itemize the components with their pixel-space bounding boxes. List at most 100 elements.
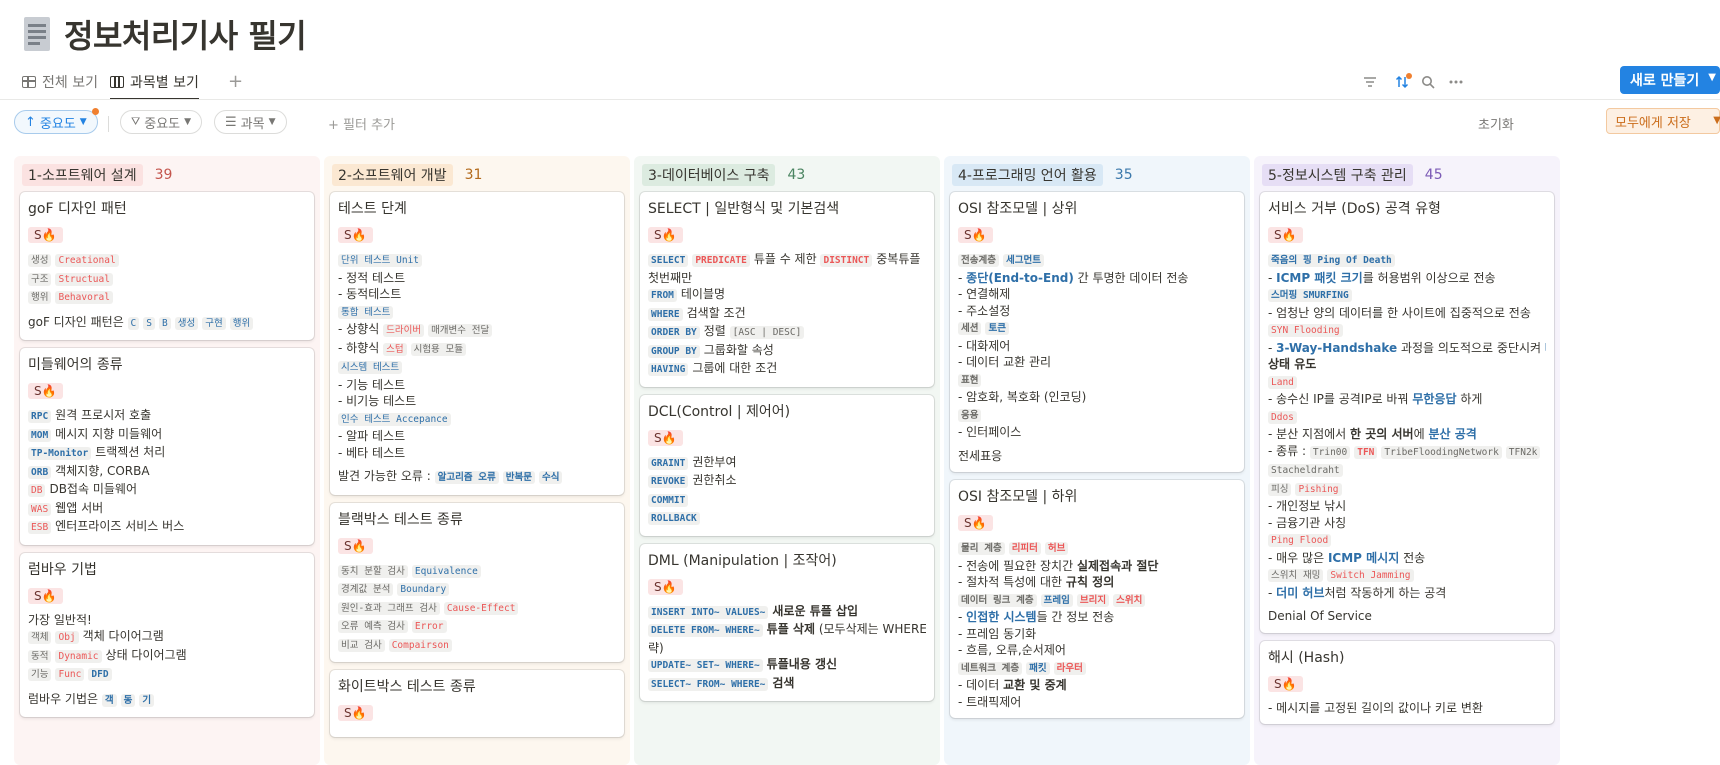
sort-icon[interactable] (1390, 70, 1414, 94)
card-title: 미들웨어의 종류 (28, 357, 123, 373)
page-icon[interactable] (20, 15, 52, 53)
board-card[interactable]: OSI 참조모델 | 하위 S🔥 물리 계층 리피터 허브 - 전송에 필요한 장치간 실… (950, 480, 1244, 718)
filter-chip-importance[interactable]: ⛛ 중요도 ▼ (120, 110, 203, 134)
board-column: 3-데이터베이스 구축 43 SELECT | 일반형식 및 기본검색 S🔥 SELEC… (634, 156, 940, 765)
importance-tag: S🔥 (338, 537, 373, 554)
tab-all-view[interactable]: 전체 보기 (22, 68, 98, 96)
card-text: 테이블명 (680, 287, 726, 301)
card-text: 객체 다이어그램 (82, 629, 164, 643)
card-title: 럼바우 기법 (28, 561, 97, 578)
card-text: 교환 및 중계 (1003, 678, 1067, 692)
filter-circle-icon: ⛛ (131, 115, 141, 128)
inline-code: Ddos (1268, 410, 1297, 424)
inline-code: DISTINCT (820, 254, 873, 267)
card-line: - 비기능 테스트 (338, 393, 616, 410)
inline-code: ESB (28, 521, 52, 534)
tab-subject-view[interactable]: 과목별 보기 (110, 68, 199, 100)
inline-code: 토큰 (985, 322, 1009, 335)
card-line: - 주소설정 (958, 303, 1236, 320)
card-line: - 알파 테스트 (338, 428, 616, 445)
card-text: - 비기능 테스트 (338, 394, 417, 408)
column-header[interactable]: 5-정보시스템 구축 관리 45 (1260, 162, 1554, 188)
card-line: - 인접한 시스템들 간 정보 전송 (958, 609, 1236, 626)
page-title[interactable]: 정보처리기사 필기 (64, 11, 307, 57)
board-card[interactable]: goF 디자인 패턴 S🔥 생성 Creational 구조 Structual 행위 Beh… (20, 192, 314, 340)
card-line: RPC 원격 프로시저 호출 (28, 407, 306, 426)
card-text: - 엄청난 양의 데이터를 한 사이트에 집중적으로 전송 (1268, 305, 1531, 320)
column-title: 3-데이터베이스 구축 (642, 164, 776, 186)
add-view-plus-icon[interactable]: + (228, 68, 243, 96)
column-header[interactable]: 2-소프트웨어 개발 31 (330, 162, 624, 188)
inline-code: Behavoral (55, 291, 113, 304)
sort-chip[interactable]: ↑ 중요도 ▼ (14, 108, 99, 134)
save-for-everyone-button[interactable]: 모두에게 저장 ▼ (1606, 108, 1720, 134)
board-card[interactable]: SELECT | 일반형식 및 기본검색 S🔥 SELECT PREDICATE 튜플 … (640, 192, 934, 387)
card-text: - 인터페이스 (958, 425, 1022, 439)
chevron-down-icon[interactable]: ▼ (1708, 72, 1716, 83)
column-header[interactable]: 3-데이터베이스 구축 43 (640, 162, 934, 188)
board-card[interactable]: 블랙박스 테스트 종류 S🔥 동치 분할 검사 Equivalence 경계값 분석 Bo… (330, 502, 624, 662)
inline-code: TribeFloodingNetwork (1381, 445, 1502, 459)
chevron-down-icon[interactable]: ▼ (1713, 115, 1720, 126)
chevron-down-icon: ▼ (268, 117, 276, 127)
card-line: - 대화제어 (958, 338, 1236, 355)
card-line: 스머핑 SMURFING (1268, 286, 1546, 305)
more-icon[interactable] (1444, 70, 1468, 94)
card-line: 상태 유도 (1268, 356, 1546, 373)
card-text: 인접한 시스템 (966, 610, 1037, 624)
card-text: 전송 (1399, 550, 1426, 565)
filter-icon[interactable] (1358, 70, 1382, 94)
inline-code: FROM (648, 289, 677, 302)
card-line: - 종류 : Trin00 TFN TribeFloodingNetwork TFN2… (1268, 443, 1546, 462)
card-text: - 하향식 (338, 340, 384, 355)
card-text: 정렬 (703, 324, 730, 338)
inline-code: 시스템 테스트 (338, 361, 403, 374)
inline-code: 기능 (28, 668, 52, 681)
list-icon: ☰ (225, 114, 237, 130)
add-filter-button[interactable]: + 필터 추가 (328, 114, 395, 133)
card-text: - 메시지를 고정된 길이의 값이나 키로 변환 (1268, 700, 1483, 715)
inline-code: 생성 (28, 254, 52, 267)
column-count: 45 (1424, 167, 1443, 183)
inline-code: TFN2k (1505, 445, 1541, 459)
card-title: 블랙박스 테스트 종류 (338, 511, 463, 528)
inline-code: 세션 (958, 322, 982, 335)
reset-button[interactable]: 초기화 (1478, 114, 1514, 133)
column-header[interactable]: 1-소프트웨어 설계 39 (20, 162, 314, 188)
card-line: UPDATE~ SET~ WHERE~ 튜플내용 갱신 (648, 656, 926, 675)
inline-code: Boundary (397, 583, 450, 596)
card-line: 시스템 테스트 (338, 358, 616, 377)
board-card[interactable]: DCL(Control | 제어어) S🔥 GRAINT 권한부여 REVOKE 권한취소… (640, 394, 934, 536)
inline-code: 경계값 분석 (338, 583, 394, 596)
card-line: 죽음의 핑 Ping Of Death (1268, 251, 1546, 270)
board-card[interactable]: 테스트 단계 S🔥 단위 테스트 Unit - 정적 테스트 - 동적테스트 통합 테스트… (330, 192, 624, 495)
filter-chip-subject[interactable]: ☰ 과목 ▼ (214, 110, 287, 134)
card-text: - 금융기관 사칭 (1268, 515, 1347, 530)
inline-code: 매개변수 전달 (428, 324, 493, 337)
card-text: DB접속 미들웨어 (49, 482, 137, 496)
board-card[interactable]: 해시 (Hash) S🔥 - 메시지를 고정된 길이의 값이나 키로 변환 (1260, 640, 1554, 724)
board-card[interactable]: OSI 참조모델 | 상위 S🔥 전송계층 세그먼트 - 종단(End-to-End) … (950, 192, 1244, 472)
card-line: Ddos (1268, 408, 1546, 427)
new-button[interactable]: 새로 만들기 ▼ (1620, 66, 1720, 94)
card-line: SELECT PREDICATE 튜플 수 제한 DISTINCT 중복튜플 (648, 251, 926, 270)
board-card[interactable]: 럼바우 기법 S🔥 가장 일반적! 객체 Obj 객체 다이어그램 동적 Dynamic 상태 … (20, 552, 314, 717)
board-card[interactable]: 화이트박스 테스트 종류 S🔥 (330, 670, 624, 737)
table-icon (22, 76, 36, 88)
search-icon[interactable] (1416, 70, 1440, 94)
card-text: - 연결해제 (958, 287, 1011, 301)
importance-tag: S🔥 (1268, 227, 1303, 243)
inline-code: 수식 (539, 471, 563, 484)
board-card[interactable]: 미들웨어의 종류 S🔥 RPC 원격 프로시저 호출 MOM 메시지 지향 미들웨어 TP-… (20, 348, 314, 545)
column-header[interactable]: 4-프로그래밍 언어 활용 35 (950, 162, 1244, 188)
board-card[interactable]: 서비스 거부 (DoS) 공격 유형 S🔥 죽음의 핑 Ping Of Death -… (1260, 192, 1554, 633)
card-text: 가장 일반적! (28, 612, 92, 627)
card-text: 중복튜플 (876, 252, 921, 266)
card-text: 실제접속과 절단 (1076, 558, 1159, 573)
card-line: - ICMP 패킷 크기를 허용범위 이상으로 전송 (1268, 270, 1546, 287)
inline-code: 표현 (958, 373, 982, 387)
board-card[interactable]: DML (Manipulation | 조작어) S🔥 INSERT INTO~ V… (640, 543, 934, 701)
card-text: - (1268, 585, 1277, 600)
card-line: Ping Flood (1268, 531, 1546, 550)
card-text: 튜플 수 제한 (753, 252, 821, 266)
